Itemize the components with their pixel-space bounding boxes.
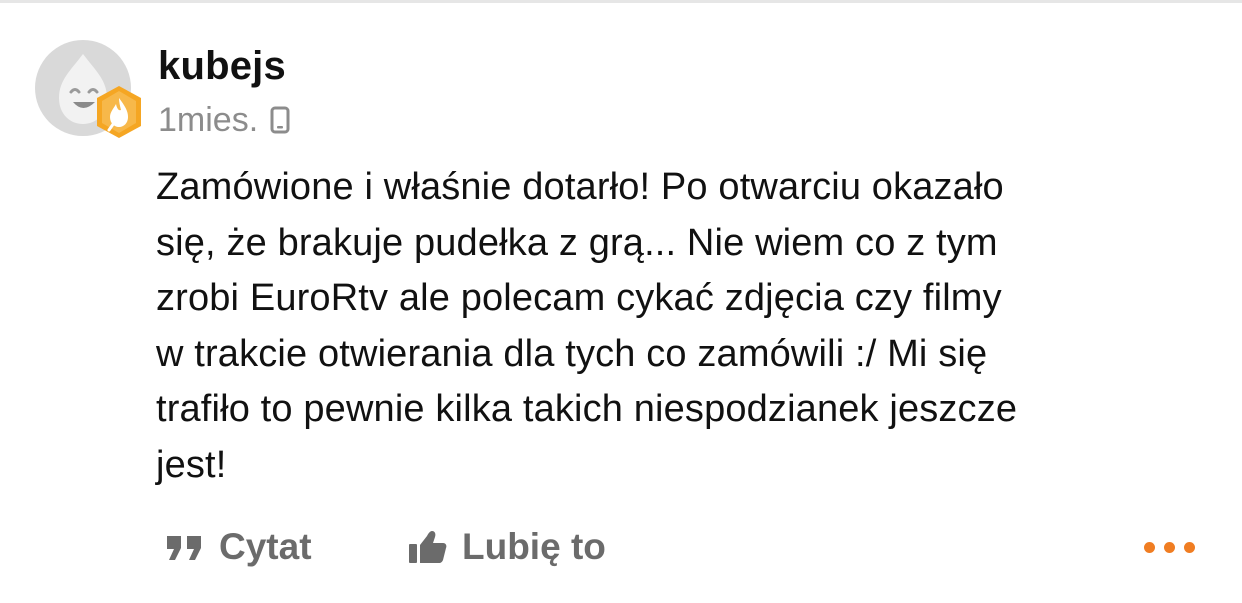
quote-icon — [167, 536, 201, 560]
post-meta: 1mies. — [158, 98, 290, 142]
avatar-container[interactable] — [35, 40, 145, 150]
more-dot — [1184, 541, 1195, 553]
like-button-label: Lubię to — [462, 526, 606, 567]
more-options-button[interactable] — [1144, 538, 1200, 556]
hexagon-flame-badge-icon — [97, 86, 141, 138]
thumbs-up-icon — [409, 531, 447, 563]
post-content: Zamówione i właśnie dotarło! Po otwarciu… — [156, 166, 1018, 486]
more-dot — [1164, 541, 1175, 553]
like-button[interactable]: Lubię to — [408, 522, 606, 572]
comment-post: kubejs 1mies. Zamówione i właśnie dotarł… — [0, 0, 1242, 603]
phone-icon — [270, 106, 290, 134]
quote-button[interactable]: Cytat — [165, 522, 312, 572]
username[interactable]: kubejs — [158, 44, 286, 89]
post-time: 1mies. — [158, 100, 259, 139]
quote-button-label: Cytat — [219, 526, 312, 567]
more-dot — [1144, 541, 1155, 553]
post-actions: Cytat Lubię to — [0, 522, 1242, 572]
